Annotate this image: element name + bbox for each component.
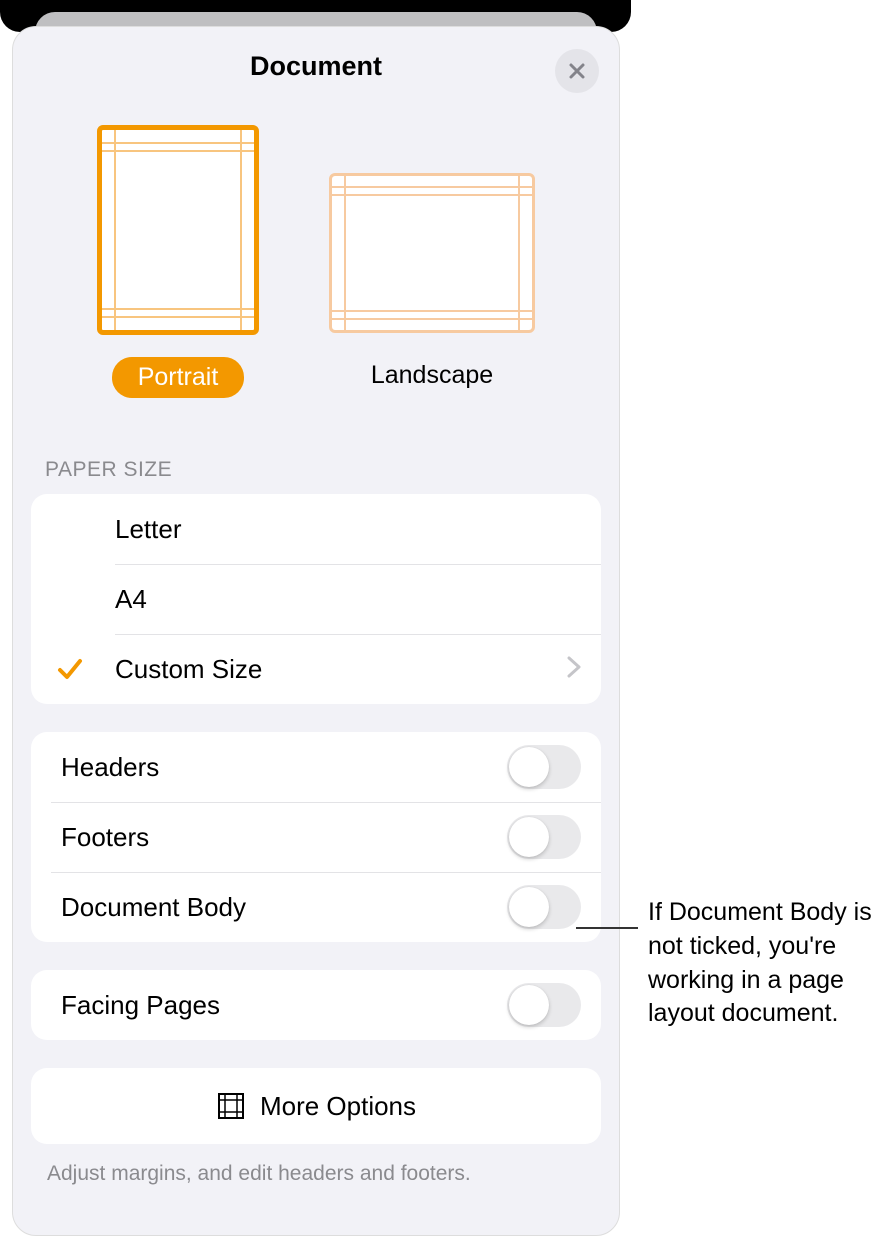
paper-size-label: Custom Size [115, 654, 567, 685]
sheet-header: Document [13, 27, 619, 105]
footer-hint: Adjust margins, and edit headers and foo… [13, 1144, 619, 1186]
toggles-group: Headers Footers Document Body [31, 732, 601, 942]
landscape-label: Landscape [345, 355, 519, 396]
headers-row: Headers [31, 732, 601, 802]
paper-size-custom[interactable]: Custom Size [31, 634, 601, 704]
check-slot [51, 656, 115, 682]
document-body-row: Document Body [31, 872, 601, 942]
footers-label: Footers [51, 822, 507, 853]
more-options-group: More Options [31, 1068, 601, 1144]
paper-size-label: A4 [115, 584, 581, 615]
callout-leader-line [576, 927, 638, 929]
callout-text: If Document Body is not ticked, you're w… [648, 896, 884, 1031]
footers-toggle[interactable] [507, 815, 581, 859]
landscape-thumb [329, 173, 535, 333]
portrait-thumb [97, 125, 259, 335]
footers-row: Footers [31, 802, 601, 872]
portrait-label: Portrait [112, 357, 245, 398]
margins-icon [216, 1091, 246, 1121]
orientation-portrait[interactable]: Portrait [97, 125, 259, 398]
more-options-label: More Options [260, 1091, 416, 1122]
checkmark-icon [57, 656, 83, 682]
headers-label: Headers [51, 752, 507, 783]
paper-size-letter[interactable]: Letter [31, 494, 601, 564]
chevron-right-icon [567, 656, 581, 683]
close-icon [568, 62, 586, 80]
document-body-toggle[interactable] [507, 885, 581, 929]
facing-pages-row: Facing Pages [31, 970, 601, 1040]
paper-size-a4[interactable]: A4 [31, 564, 601, 634]
document-body-label: Document Body [51, 892, 507, 923]
paper-size-header: PAPER SIZE [13, 428, 619, 490]
orientation-landscape[interactable]: Landscape [329, 125, 535, 398]
orientation-selector: Portrait Landscape [13, 105, 619, 428]
facing-pages-group: Facing Pages [31, 970, 601, 1040]
more-options-button[interactable]: More Options [31, 1068, 601, 1144]
paper-size-label: Letter [115, 514, 581, 545]
headers-toggle[interactable] [507, 745, 581, 789]
close-button[interactable] [555, 49, 599, 93]
document-settings-sheet: Document Portrait [12, 26, 620, 1236]
facing-pages-label: Facing Pages [51, 990, 507, 1021]
facing-pages-toggle[interactable] [507, 983, 581, 1027]
sheet-title: Document [250, 51, 382, 82]
paper-size-group: Letter A4 Custom Size [31, 494, 601, 704]
